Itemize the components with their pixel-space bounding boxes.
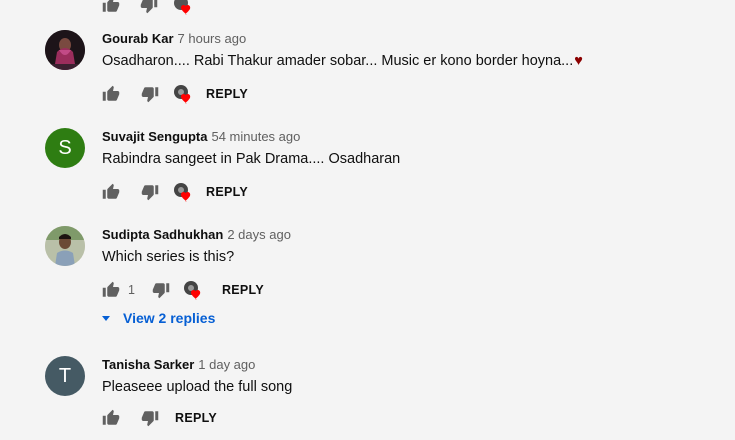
comment-body: Which series is this? — [102, 249, 235, 265]
comment-header: Tanisha Sarker 1 day ago — [102, 357, 255, 372]
creator-heart-icon — [172, 0, 194, 16]
like-count: 1 — [128, 283, 135, 297]
comment-header: Sudipta Sadhukhan 2 days ago — [102, 227, 291, 242]
comment-actions: 1 REPLY — [102, 280, 264, 300]
timestamp[interactable]: 2 days ago — [227, 227, 291, 242]
timestamp[interactable]: 7 hours ago — [178, 31, 247, 46]
comment-body: Osadharon.... Rabi Thakur amader sobar..… — [102, 53, 574, 69]
heart-emoji: ♥ — [574, 53, 583, 69]
thumb-up-icon[interactable] — [102, 281, 120, 299]
comment-text: Rabindra sangeet in Pak Drama.... Osadha… — [102, 151, 400, 167]
creator-heart-icon — [172, 181, 194, 203]
avatar[interactable]: S — [45, 128, 85, 168]
author-name[interactable]: Gourab Kar — [102, 31, 174, 46]
view-replies-button[interactable]: View 2 replies — [100, 310, 215, 326]
avatar[interactable] — [45, 226, 85, 266]
reply-button[interactable]: REPLY — [222, 283, 264, 297]
comment-actions: REPLY — [102, 408, 217, 428]
reply-button[interactable]: REPLY — [206, 87, 248, 101]
comment-text: Which series is this? — [102, 249, 234, 265]
comment-body: Rabindra sangeet in Pak Drama.... Osadha… — [102, 151, 401, 167]
thumb-down-icon[interactable] — [141, 85, 159, 103]
comment-actions: REPLY — [102, 84, 248, 104]
thumb-up-icon[interactable] — [102, 0, 120, 14]
thumb-down-icon[interactable] — [140, 0, 158, 14]
creator-heart-icon — [172, 83, 194, 105]
timestamp[interactable]: 54 minutes ago — [211, 129, 300, 144]
thumb-up-icon[interactable] — [102, 85, 120, 103]
comment-body: Pleaseee upload the full song — [102, 379, 293, 395]
author-name[interactable]: Tanisha Sarker — [102, 357, 194, 372]
thumb-down-icon[interactable] — [141, 183, 159, 201]
view-replies-label: View 2 replies — [123, 310, 216, 326]
thumb-down-icon[interactable] — [141, 409, 159, 427]
comment-actions: REPLY — [102, 182, 248, 202]
reply-button[interactable]: REPLY — [175, 411, 217, 425]
author-name[interactable]: Suvajit Sengupta — [102, 129, 207, 144]
thumb-up-icon[interactable] — [102, 409, 120, 427]
comment-header: Suvajit Sengupta 54 minutes ago — [102, 129, 300, 144]
timestamp[interactable]: 1 day ago — [198, 357, 255, 372]
author-name[interactable]: Sudipta Sadhukhan — [102, 227, 223, 242]
thumb-down-icon[interactable] — [152, 281, 170, 299]
reply-button[interactable]: REPLY — [206, 185, 248, 199]
avatar-letter: S — [58, 136, 72, 159]
previous-comment-actions — [102, 0, 194, 16]
avatar[interactable]: T — [45, 356, 85, 396]
avatar[interactable] — [45, 30, 85, 70]
comment-header: Gourab Kar 7 hours ago — [102, 31, 246, 46]
comment-text: Pleaseee upload the full song — [102, 379, 292, 395]
comment-text: Osadharon.... Rabi Thakur amader sobar..… — [102, 53, 583, 69]
avatar-letter: T — [58, 364, 72, 387]
thumb-up-icon[interactable] — [102, 183, 120, 201]
caret-down-icon — [100, 312, 112, 324]
creator-heart-icon — [182, 279, 204, 301]
